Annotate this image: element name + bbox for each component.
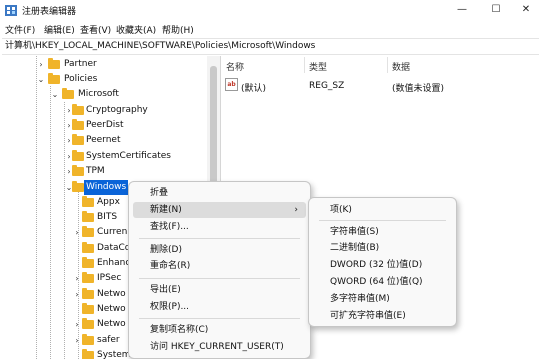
menu-separator [319, 220, 446, 221]
menu-help[interactable]: 帮助(H) [162, 23, 194, 36]
context-menu: 折叠 新建(N) › 查找(F)... 删除(D) 重命名(R) 导出(E) 权… [128, 181, 311, 359]
submenu-item-dword-value[interactable]: DWORD (32 位)值(D) [313, 257, 452, 273]
menu-bar: 文件(F) 编辑(E) 查看(V) 收藏夹(A) 帮助(H) [0, 21, 541, 37]
menu-item-collapse[interactable]: 折叠 [133, 185, 306, 201]
tree-node-label: DataCo [97, 243, 131, 253]
minimize-button[interactable]: — [447, 2, 477, 18]
tree-node-label: safer [97, 335, 120, 345]
folder-icon [48, 58, 60, 69]
menu-item-new-label: 新建(N) [150, 205, 182, 215]
value-type: REG_SZ [309, 81, 345, 91]
folder-icon [82, 211, 94, 222]
folder-icon [82, 196, 94, 207]
folder-icon [82, 257, 94, 268]
menu-edit[interactable]: 编辑(E) [44, 23, 75, 36]
folder-icon [72, 181, 84, 192]
menu-favorites[interactable]: 收藏夹(A) [116, 23, 156, 36]
chevron-right-icon[interactable]: › [72, 287, 82, 302]
tree-node-label: SystemCertificates [86, 151, 171, 161]
string-value-icon: ab [225, 78, 238, 91]
menu-file[interactable]: 文件(F) [5, 23, 35, 36]
new-submenu: 项(K) 字符串值(S) 二进制值(B) DWORD (32 位)值(D) QW… [308, 197, 457, 327]
tree-node-label: TPM [86, 166, 105, 176]
chevron-right-icon[interactable]: › [72, 271, 82, 286]
folder-icon [72, 104, 84, 115]
submenu-item-string-value[interactable]: 字符串值(S) [313, 224, 452, 240]
folder-icon [72, 165, 84, 176]
menu-item-delete[interactable]: 删除(D) [133, 242, 306, 258]
tree-node-label: System [97, 350, 131, 359]
chevron-down-icon[interactable]: ⌄ [36, 72, 46, 87]
tree-node-label: Appx [97, 197, 120, 207]
menu-separator [139, 318, 300, 319]
tree-node-label: Netwo [97, 319, 126, 329]
folder-icon [82, 242, 94, 253]
submenu-item-key[interactable]: 项(K) [313, 202, 452, 218]
folder-icon [62, 88, 74, 99]
menu-item-new[interactable]: 新建(N) › [133, 202, 306, 218]
tree-node-label: Partner [64, 59, 97, 69]
menu-separator [139, 238, 300, 239]
title-bar: 注册表编辑器 — ☐ ✕ [0, 0, 541, 20]
menu-separator [139, 278, 300, 279]
folder-icon [48, 73, 60, 84]
column-header-name[interactable]: 名称 [226, 60, 244, 73]
menu-item-permissions[interactable]: 权限(P)... [133, 299, 306, 315]
folder-icon [72, 150, 84, 161]
tree-node-label-selected: Windows [84, 180, 129, 195]
menu-item-rename[interactable]: 重命名(R) [133, 258, 306, 274]
maximize-button[interactable]: ☐ [481, 2, 511, 18]
menu-item-export[interactable]: 导出(E) [133, 282, 306, 298]
chevron-right-icon[interactable]: › [72, 333, 82, 348]
tree-node-label: Netwo [97, 304, 126, 314]
tree-node-label: IPSec [97, 273, 122, 283]
column-header-data[interactable]: 数据 [392, 60, 410, 73]
folder-icon [82, 303, 94, 314]
submenu-item-binary-value[interactable]: 二进制值(B) [313, 240, 452, 256]
tree-node-label: PeerDist [86, 120, 124, 130]
chevron-down-icon[interactable]: ⌄ [50, 87, 60, 102]
chevron-right-icon[interactable]: › [72, 225, 82, 240]
value-data: (数值未设置) [392, 84, 445, 94]
tree-node-label: Netwo [97, 289, 126, 299]
close-button[interactable]: ✕ [511, 2, 541, 18]
menu-item-goto-hkcu[interactable]: 访问 HKEY_CURRENT_USER(T) [133, 339, 306, 355]
submenu-item-expandable-string-value[interactable]: 可扩充字符串值(E) [313, 308, 452, 324]
address-bar[interactable]: 计算机\HKEY_LOCAL_MACHINE\SOFTWARE\Policies… [2, 38, 539, 55]
chevron-right-icon[interactable]: › [72, 317, 82, 332]
folder-icon [82, 318, 94, 329]
tree-node-label: BITS [97, 212, 118, 222]
column-header-type[interactable]: 类型 [309, 60, 327, 73]
window-title: 注册表编辑器 [22, 7, 77, 17]
registry-editor-icon [5, 5, 17, 16]
value-name[interactable]: (默认) [241, 81, 266, 94]
chevron-right-icon[interactable]: › [36, 57, 46, 72]
column-separator[interactable] [387, 57, 388, 73]
folder-icon [82, 272, 94, 283]
menu-view[interactable]: 查看(V) [80, 23, 111, 36]
folder-icon [72, 134, 84, 145]
folder-icon [82, 226, 94, 237]
menu-item-find[interactable]: 查找(F)... [133, 219, 306, 235]
tree-node-label: Curren [97, 227, 128, 237]
submenu-item-qword-value[interactable]: QWORD (64 位)值(Q) [313, 274, 452, 290]
folder-icon [82, 288, 94, 299]
folder-icon [72, 119, 84, 130]
tree-node-label: Cryptography [86, 105, 148, 115]
folder-icon [82, 334, 94, 345]
tree-node-label: Policies [64, 74, 98, 84]
menu-item-copy-key-name[interactable]: 复制项名称(C) [133, 322, 306, 338]
column-separator[interactable] [304, 57, 305, 73]
tree-node-label: Microsoft [78, 89, 119, 99]
folder-icon [82, 349, 94, 359]
tree-node-label: Peernet [86, 135, 121, 145]
tree-node-label: Enhanc [97, 258, 131, 268]
chevron-right-icon: › [294, 205, 298, 215]
submenu-item-multi-string-value[interactable]: 多字符串值(M) [313, 291, 452, 307]
